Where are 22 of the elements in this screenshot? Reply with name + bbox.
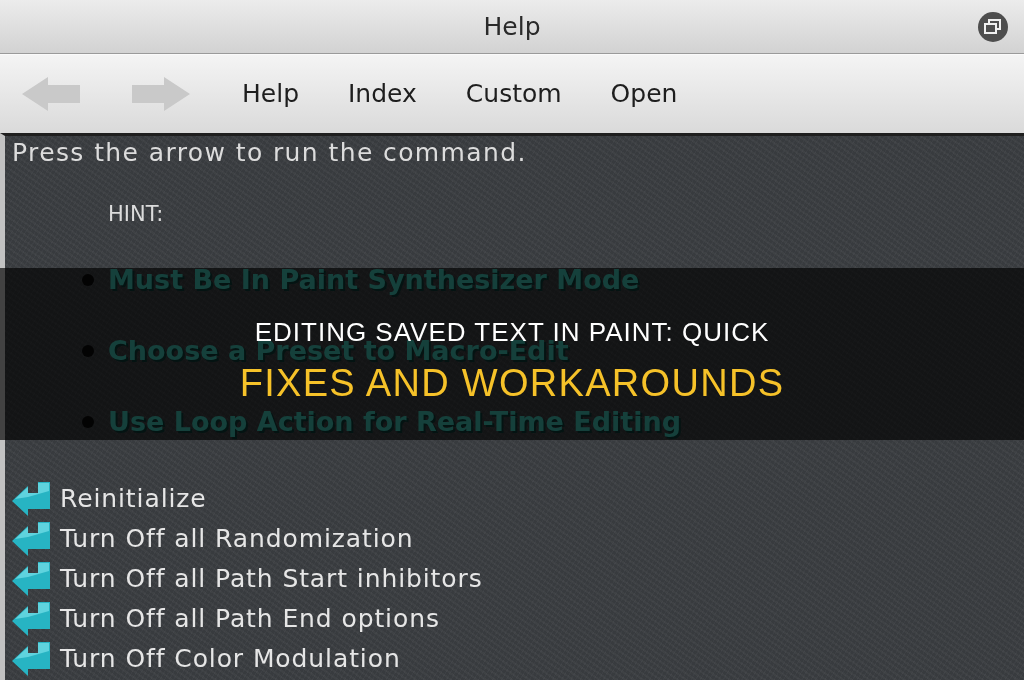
toolbar-link[interactable]: Open	[610, 78, 678, 110]
left-arrow-icon[interactable]	[12, 521, 50, 557]
banner-title: FIXES AND WORKAROUNDS	[239, 361, 785, 406]
left-arrow-icon[interactable]	[12, 601, 50, 637]
toolbar-link[interactable]: Custom	[465, 78, 562, 110]
left-arrow-icon	[22, 76, 80, 112]
restore-window-button[interactable]	[978, 11, 1008, 42]
toolbar-link[interactable]: Index	[348, 78, 417, 110]
left-arrow-icon[interactable]	[12, 561, 50, 597]
hint-label: HINT:	[108, 201, 164, 228]
command-label: Turn Off Color Modulation	[60, 644, 401, 674]
command-label: Turn Off all Randomization	[60, 524, 414, 554]
right-arrow-icon	[132, 76, 190, 112]
instruction-text: Press the arrow to run the command.	[12, 137, 527, 169]
window-title: Help	[483, 11, 541, 42]
command-label: Turn Off all Path Start inhibitors	[60, 564, 483, 594]
command-label: Reinitialize	[60, 484, 207, 514]
command-label: Turn Off all Path End options	[60, 604, 440, 634]
left-arrow-icon[interactable]	[12, 481, 50, 517]
restore-window-icon	[978, 11, 1008, 42]
toolbar-link[interactable]: Help	[242, 78, 299, 110]
left-arrow-icon[interactable]	[12, 641, 50, 677]
